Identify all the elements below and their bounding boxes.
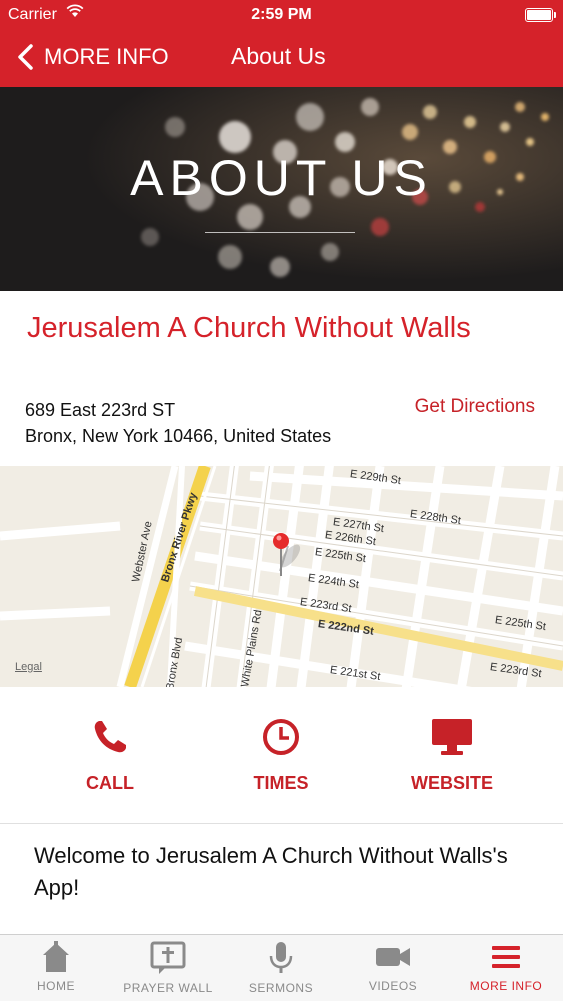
tab-more-info[interactable]: MORE INFO [450,941,562,993]
get-directions-link[interactable]: Get Directions [415,396,535,418]
nav-bar: MORE INFO About Us [0,30,563,87]
tab-label: SERMONS [248,981,314,995]
clock-icon [263,719,299,755]
welcome-message: Welcome to Jerusalem A Church Without Wa… [34,843,508,900]
video-camera-icon [376,948,410,966]
times-label: TIMES [253,773,309,793]
menu-icon [492,946,520,968]
map-streets [0,466,563,687]
hero-banner: ABOUT US [0,87,563,291]
prayer-bubble-icon [150,941,186,974]
website-label: WEBSITE [410,773,493,793]
location-map[interactable]: E 229th St E 228th St E 227th St E 226th… [0,466,563,687]
church-icon [43,941,69,972]
tab-label: VIDEOS [368,979,418,993]
back-button[interactable]: MORE INFO [14,42,169,72]
church-name: Jerusalem A Church Without Walls [27,312,471,344]
tab-home[interactable]: HOME [0,941,112,993]
map-legal-link[interactable]: Legal [15,661,42,673]
times-button[interactable]: TIMES [211,717,351,794]
battery-icon [525,8,556,22]
call-button[interactable]: CALL [40,717,180,794]
status-bar: Carrier 2:59 PM [0,0,563,30]
microphone-icon [269,942,293,973]
hero-divider [205,232,355,233]
back-label: MORE INFO [44,44,169,69]
hero-title: ABOUT US [130,150,433,206]
status-time: 2:59 PM [251,6,312,23]
action-bar: CALL TIMES WEBSITE [0,687,563,824]
tab-videos[interactable]: VIDEOS [337,941,449,993]
tab-label: MORE INFO [469,979,543,993]
tab-label: HOME [37,979,75,993]
tab-label: PRAYER WALL [123,981,213,995]
tab-bar: HOME PRAYER WALL SERMONS VIDEOS MORE INF… [0,934,563,1001]
address-line-2: Bronx, New York 10466, United States [25,426,332,446]
call-label: CALL [86,773,134,793]
monitor-icon [432,719,472,755]
website-button[interactable]: WEBSITE [382,717,522,794]
chevron-left-icon [18,44,33,70]
phone-icon [94,721,126,753]
tab-prayer-wall[interactable]: PRAYER WALL [112,941,224,995]
church-info: Jerusalem A Church Without Walls 689 Eas… [0,291,563,466]
page-title: About Us [231,43,326,69]
tab-sermons[interactable]: SERMONS [225,941,337,995]
address-line-1: 689 East 223rd ST [25,400,176,420]
